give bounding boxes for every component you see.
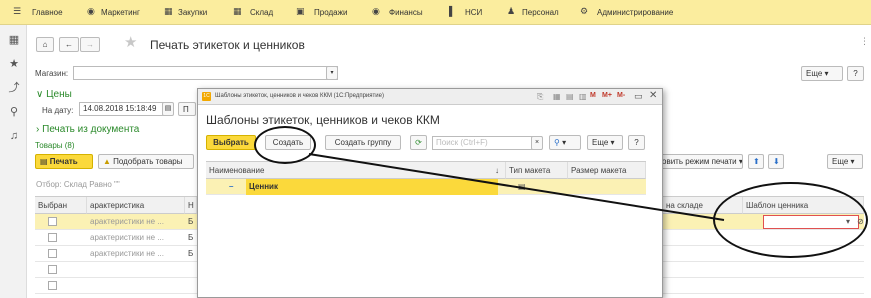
callout-connector-line — [308, 153, 725, 221]
connector-line — [308, 153, 725, 221]
